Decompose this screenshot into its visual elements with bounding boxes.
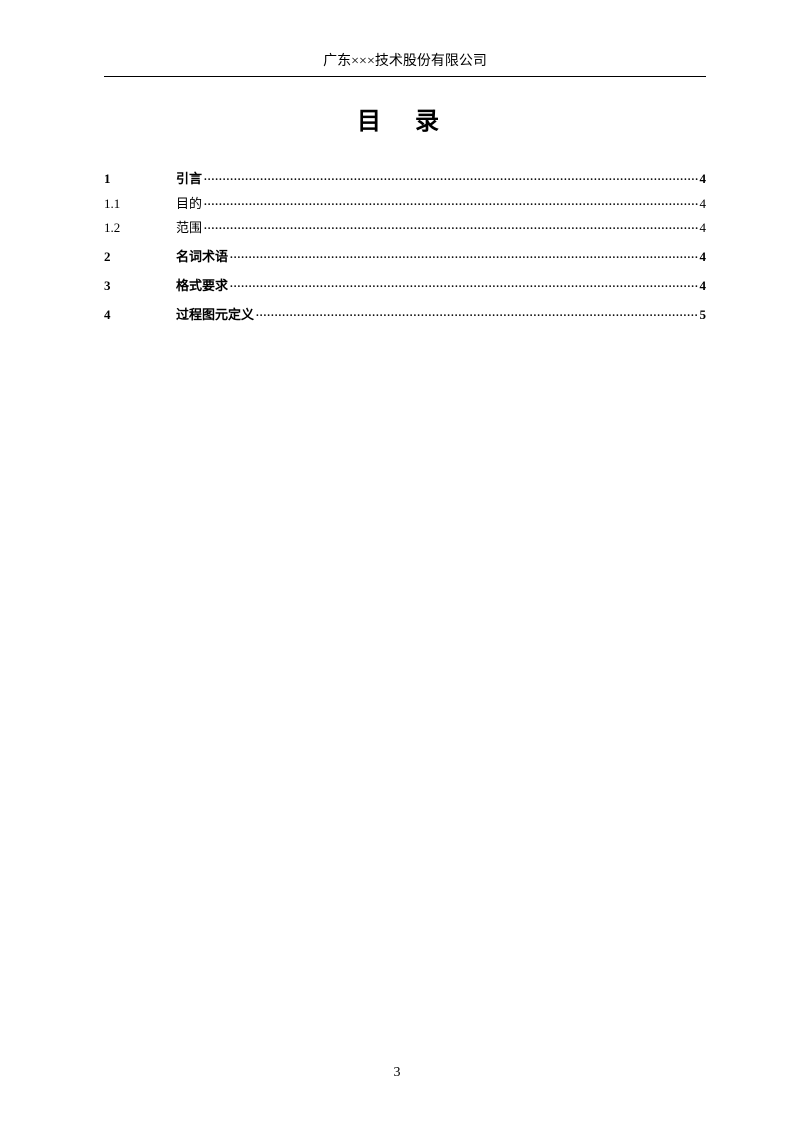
toc-leader — [204, 219, 697, 232]
toc-label: 目的 — [176, 193, 202, 212]
toc-leader — [256, 306, 697, 319]
toc-number: 1.2 — [104, 220, 176, 236]
toc-number: 3 — [104, 278, 176, 294]
toc-page: 5 — [700, 307, 707, 323]
toc-entry: 1.1 目的 4 — [104, 193, 706, 212]
toc-label: 范围 — [176, 217, 202, 236]
toc-entry: 4 过程图元定义 5 — [104, 304, 706, 323]
page-header: 广东×××技术股份有限公司 — [104, 50, 706, 77]
toc-page: 4 — [700, 278, 707, 294]
page-number: 3 — [0, 1065, 794, 1081]
toc-leader — [204, 195, 697, 208]
toc-page: 4 — [700, 171, 707, 187]
toc-page: 4 — [700, 220, 707, 236]
toc-entry: 3 格式要求 4 — [104, 275, 706, 294]
toc-number: 1 — [104, 171, 176, 187]
toc-label: 引言 — [176, 168, 202, 187]
toc-label: 过程图元定义 — [176, 304, 254, 323]
toc-title: 目 录 — [104, 101, 706, 136]
toc-leader — [230, 277, 697, 290]
toc-leader — [204, 170, 697, 183]
toc-number: 2 — [104, 249, 176, 265]
company-name: 广东×××技术股份有限公司 — [323, 54, 487, 69]
toc-page: 4 — [700, 249, 707, 265]
toc-number: 1.1 — [104, 196, 176, 212]
toc-label: 名词术语 — [176, 246, 228, 265]
toc-page: 4 — [700, 196, 707, 212]
toc-label: 格式要求 — [176, 275, 228, 294]
toc-entry: 1 引言 4 — [104, 168, 706, 187]
toc-leader — [230, 248, 697, 261]
toc-number: 4 — [104, 307, 176, 323]
toc-entry: 2 名词术语 4 — [104, 246, 706, 265]
toc-entry: 1.2 范围 4 — [104, 217, 706, 236]
